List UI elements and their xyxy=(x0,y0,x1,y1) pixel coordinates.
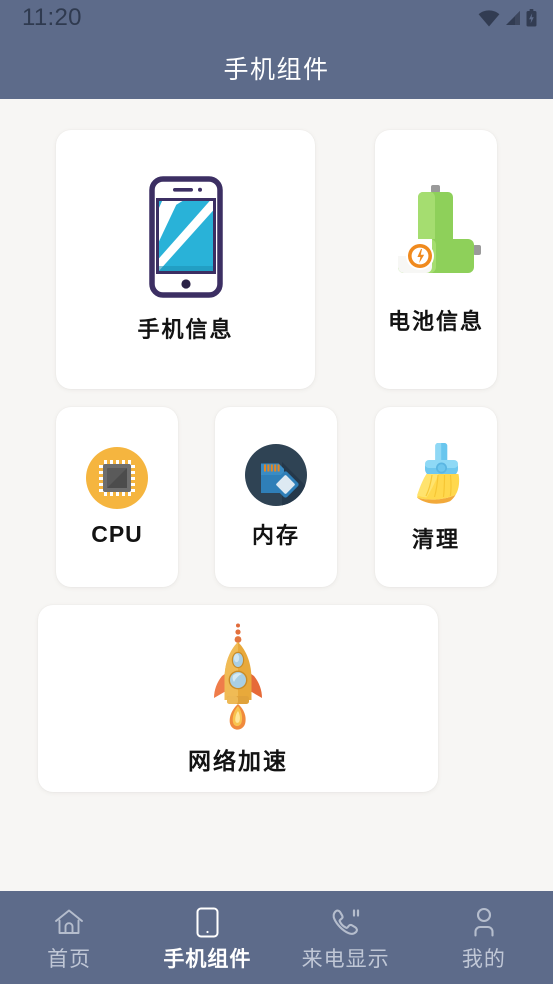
card-label: 电池信息 xyxy=(387,309,484,334)
nav-label: 首页 xyxy=(47,948,92,971)
home-icon xyxy=(54,905,84,939)
cellular-signal-icon xyxy=(505,10,521,26)
card-label: 网络加速 xyxy=(188,747,288,774)
rocket-icon xyxy=(203,622,273,734)
battery-charging-icon xyxy=(526,9,537,27)
nav-item-home[interactable]: 首页 xyxy=(0,905,138,973)
main-content: 手机信息 电池信息 CPU 内存 清理 网络加速 xyxy=(0,99,553,891)
cpu-chip-icon xyxy=(86,446,148,509)
page-title: 手机组件 xyxy=(223,55,330,84)
card-battery-info[interactable]: 电池信息 xyxy=(375,130,497,389)
call-icon xyxy=(331,905,361,939)
status-bar-icons xyxy=(478,9,537,27)
app-header: 手机组件 xyxy=(0,36,553,99)
card-phone-info[interactable]: 手机信息 xyxy=(56,130,315,389)
bottom-navigation: 首页 手机组件 来电显示 我的 xyxy=(0,891,553,984)
card-label: 清理 xyxy=(411,527,460,552)
card-network-accelerate[interactable]: 网络加速 xyxy=(38,605,438,792)
app-root: 11:20 手机组件 手机信息 电池信息 CPU 内存 清理 网络加速 首页 手… xyxy=(0,0,553,984)
memory-card-icon xyxy=(245,444,307,506)
nav-label: 来电显示 xyxy=(301,948,390,971)
card-memory[interactable]: 内存 xyxy=(215,407,337,587)
smartphone-icon xyxy=(148,175,223,298)
nav-item-profile[interactable]: 我的 xyxy=(415,905,553,973)
card-label: 内存 xyxy=(251,523,300,548)
nav-label: 手机组件 xyxy=(163,948,252,971)
card-cpu[interactable]: CPU xyxy=(56,407,178,587)
card-clean[interactable]: 清理 xyxy=(375,407,497,587)
card-label: 手机信息 xyxy=(137,316,234,342)
wifi-icon xyxy=(478,9,500,27)
broom-icon xyxy=(398,440,474,510)
card-label: CPU xyxy=(91,520,143,547)
person-icon xyxy=(471,905,497,939)
nav-item-phone-components[interactable]: 手机组件 xyxy=(138,905,276,973)
nav-label: 我的 xyxy=(461,948,506,971)
status-bar-clock: 11:20 xyxy=(22,4,82,31)
status-bar: 11:20 xyxy=(0,0,553,36)
batteries-icon xyxy=(390,183,482,291)
nav-item-caller-id[interactable]: 来电显示 xyxy=(277,905,415,973)
phone-icon xyxy=(196,905,219,939)
